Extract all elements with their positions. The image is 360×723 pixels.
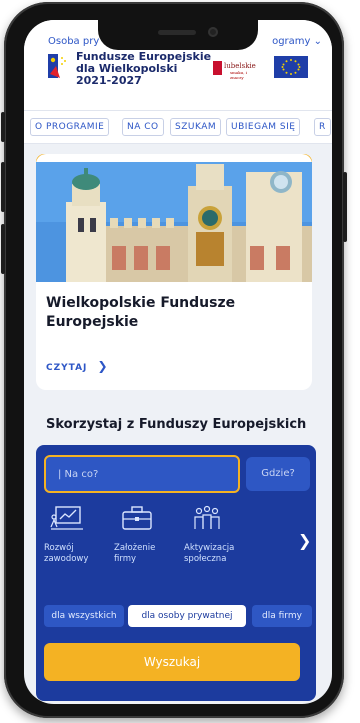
chevron-right-icon[interactable]: ❯ (298, 531, 311, 550)
phone-side-button (1, 162, 5, 212)
nav-item-szukam[interactable]: SZUKAM (170, 118, 222, 136)
featured-card[interactable]: Wielkopolskie Fundusze Europejskie CZYTA… (36, 154, 312, 390)
site-header: Fundusze Europejskie dla Wielkopolski 20… (24, 46, 332, 110)
hero-image (36, 162, 312, 282)
camera-icon (208, 27, 218, 37)
nav-item-o-programie[interactable]: O PROGRAMIE (30, 118, 110, 136)
category-rozwoj-zawodowy[interactable]: Rozwój zawodowy (44, 505, 106, 565)
card-title[interactable]: Wielkopolskie Fundusze Europejskie (46, 294, 296, 332)
category-label: Rozwój zawodowy (44, 543, 89, 564)
category-zalozenie-firmy[interactable]: Założenie firmy (114, 505, 176, 565)
fundusze-logo-icon[interactable] (46, 52, 70, 80)
filter-chip-company[interactable]: dla firmy (252, 605, 312, 627)
chart-board-icon (50, 506, 83, 530)
filter-chip-all[interactable]: dla wszystkich (44, 605, 124, 627)
search-panel: | Na co? Gdzie? Rozwój zawodowy Założeni… (36, 445, 316, 701)
people-group-icon (194, 505, 220, 529)
phone-frame: Osoba pry ogramy ⌄ Fundusze Europejskie … (1, 2, 347, 718)
main-nav: O PROGRAMIE NA CO SZUKAM UBIEGAM SIĘ R (24, 110, 332, 144)
logo-line: 2021-2027 (76, 74, 142, 87)
nav-item-ubiegam-sie[interactable]: UBIEGAM SIĘ (226, 118, 301, 136)
phone-side-button (343, 172, 347, 242)
nav-item-more[interactable]: R (314, 118, 331, 136)
briefcase-icon (122, 506, 152, 530)
phone-side-button (1, 224, 5, 274)
search-placeholder: | Na co? (58, 469, 99, 480)
logo-text[interactable]: Fundusze Europejskie dla Wielkopolski 20… (76, 51, 211, 87)
nav-item-na-co[interactable]: NA CO (122, 118, 164, 136)
read-more-link[interactable]: CZYTAJ ❯ (46, 359, 109, 373)
category-label: Założenie firmy (114, 543, 156, 564)
category-aktywizacja-spoleczna[interactable]: Aktywizacja społeczna (184, 505, 246, 565)
lubelskie-emblem-icon (213, 61, 222, 75)
location-input[interactable]: Gdzie? (246, 457, 310, 491)
region-logo-text: lubelskie (224, 62, 256, 70)
eu-flag-icon (274, 56, 308, 78)
search-input[interactable]: | Na co? (44, 455, 240, 493)
phone-notch (98, 20, 258, 50)
category-label: Aktywizacja społeczna (184, 543, 235, 564)
lubelskie-logo[interactable]: lubelskie smaku, i znaczy (212, 59, 258, 80)
read-more-label: CZYTAJ (46, 363, 88, 373)
phone-screen: Osoba pry ogramy ⌄ Fundusze Europejskie … (24, 20, 332, 704)
region-logo-sub: smaku, i znaczy (230, 70, 248, 80)
filter-chip-private[interactable]: dla osoby prywatnej (128, 605, 246, 627)
search-button[interactable]: Wyszukaj (44, 643, 300, 681)
chevron-right-icon: ❯ (97, 359, 109, 373)
phone-side-button (1, 112, 5, 142)
speaker-grille (158, 30, 196, 35)
section-title: Skorzystaj z Funduszy Europejskich (46, 417, 307, 432)
